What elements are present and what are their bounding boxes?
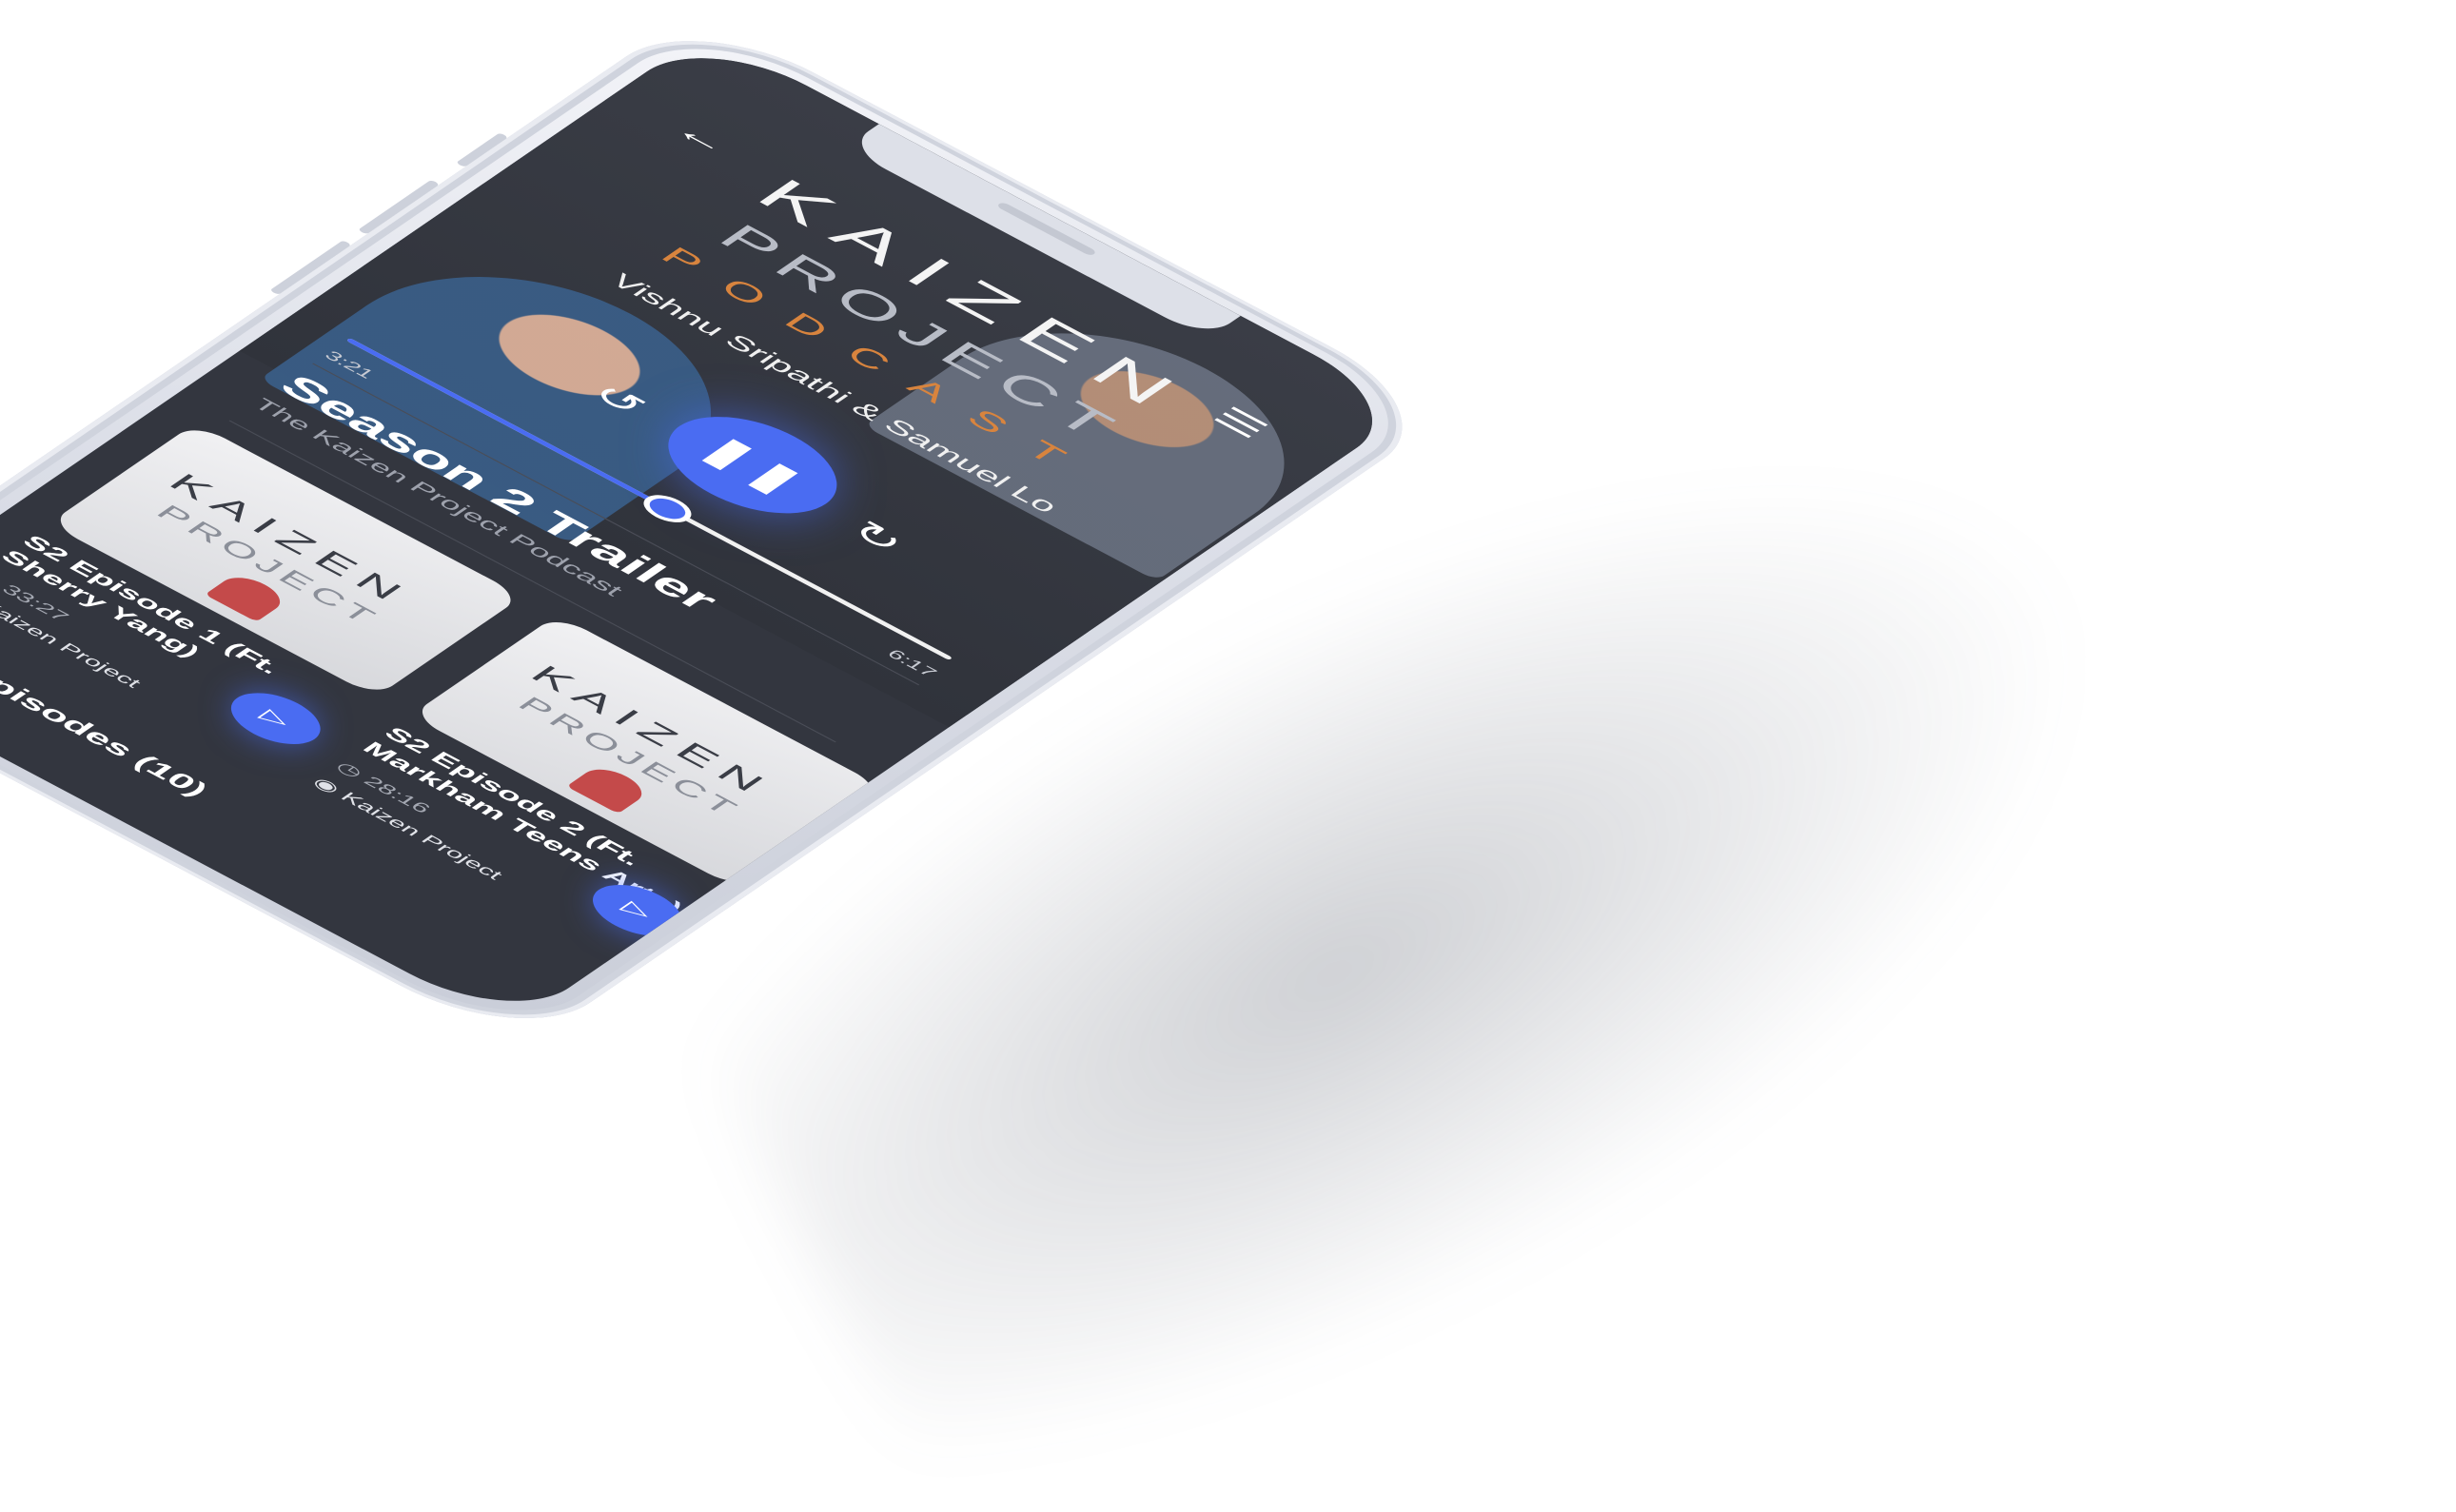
play-icon: ▷ [617,897,658,923]
back-button[interactable]: ← [662,114,743,162]
forward-button[interactable]: ↻ [830,509,924,564]
play-icon: ▷ [255,706,297,732]
forward-icon: ↻ [839,514,914,560]
avatar-icon: ◉ [308,774,345,796]
clock-icon: ◷ [331,758,368,781]
pause-icon: ❚❚ [688,428,816,502]
arrow-left-icon: ← [664,115,741,161]
mute-switch [455,132,509,167]
mockup-stage: ← ☰ KAIZEN PROJECT PODCAST Vishnu Sripat… [0,0,2456,1512]
